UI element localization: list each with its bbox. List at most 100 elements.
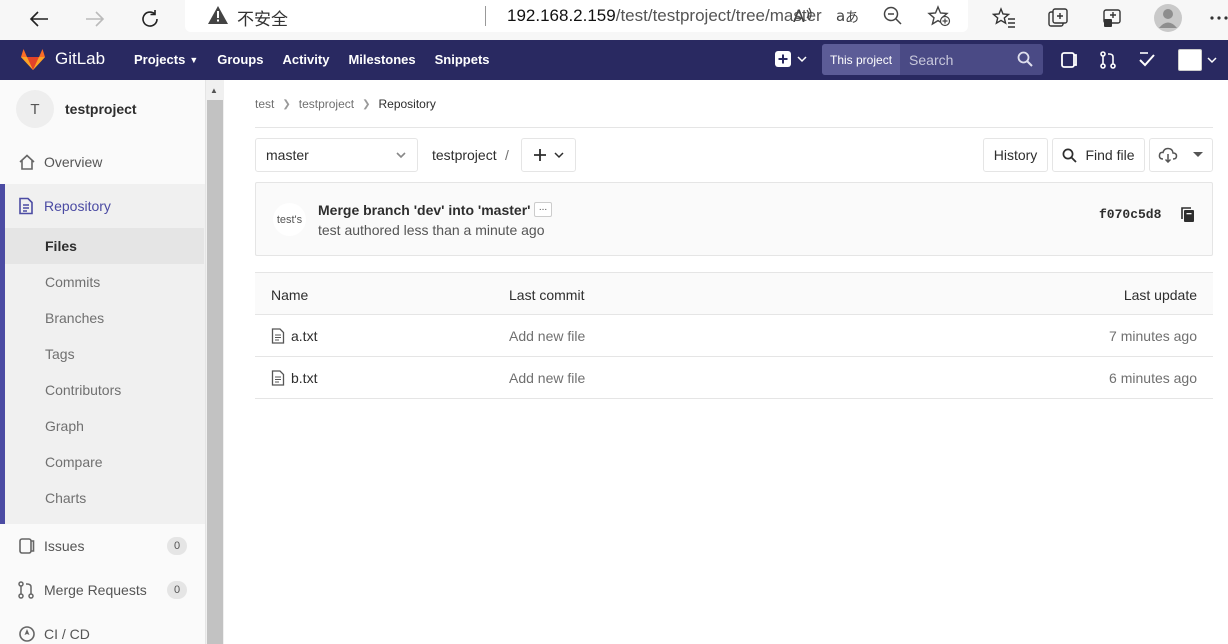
plus-icon	[533, 149, 546, 161]
file-name-cell[interactable]: a.txt	[271, 328, 317, 344]
gitlab-brand-text: GitLab	[55, 49, 106, 68]
nav-activity[interactable]: Activity	[282, 52, 329, 67]
copy-clipboard-icon[interactable]	[1180, 206, 1196, 223]
nav-groups[interactable]: Groups	[217, 52, 263, 67]
issues-icon[interactable]	[1060, 51, 1078, 69]
forward-arrow-icon	[86, 11, 105, 27]
issues-icon	[19, 538, 35, 554]
sidebar-subitem-charts[interactable]: Charts	[45, 490, 86, 506]
address-bar[interactable]: 不安全 192.168.2.159/test/testproject/tree/…	[185, 0, 968, 32]
user-menu[interactable]	[1178, 49, 1218, 71]
svg-text:A: A	[793, 7, 805, 26]
chevron-down-icon	[1207, 57, 1217, 64]
sidebar-item-label: Issues	[44, 538, 85, 554]
sidebar-subitem-branches[interactable]: Branches	[45, 310, 104, 326]
search-scope-badge[interactable]: This project	[822, 44, 901, 75]
forward-button[interactable]	[80, 4, 110, 34]
plus-square-icon	[775, 51, 791, 67]
back-button[interactable]	[24, 4, 54, 34]
sidebar-subitem-graph[interactable]: Graph	[45, 418, 84, 434]
add-favorite-icon[interactable]	[925, 2, 953, 30]
sidebar-item-label: Repository	[44, 198, 111, 214]
breadcrumb-group[interactable]: test	[255, 97, 274, 111]
sidebar-project-header[interactable]: T testproject	[16, 90, 137, 128]
sidebar-subitem-commits[interactable]: Commits	[45, 274, 100, 290]
translate-icon[interactable]: aあ	[834, 2, 862, 30]
breadcrumb-current[interactable]: Repository	[378, 97, 435, 111]
search-icon	[1063, 148, 1078, 163]
back-arrow-icon	[29, 11, 48, 27]
sidebar-scrollbar-thumb[interactable]	[207, 100, 223, 644]
nav-projects[interactable]: Projects ▼	[134, 52, 198, 67]
repo-path-root[interactable]: testproject	[432, 147, 497, 163]
new-dropdown-button[interactable]	[775, 51, 808, 67]
svg-text:あ: あ	[845, 10, 859, 26]
commit-expand-button[interactable]: ...	[534, 202, 552, 217]
read-aloud-icon[interactable]: A	[789, 2, 817, 30]
history-button[interactable]: History	[983, 138, 1048, 172]
extensions-icon[interactable]	[1097, 3, 1127, 33]
column-header-last-commit: Last commit	[509, 287, 585, 303]
url-text[interactable]: 192.168.2.159/test/testproject/tree/mast…	[507, 6, 822, 26]
more-options-icon[interactable]	[1204, 3, 1228, 33]
files-active-bg	[5, 228, 204, 264]
find-file-button[interactable]: Find file	[1052, 138, 1145, 172]
sidebar-item-cicd[interactable]: CI / CD	[0, 624, 205, 644]
branch-dropdown[interactable]: master	[255, 138, 418, 172]
download-dropdown-button[interactable]	[1149, 138, 1213, 172]
search-input[interactable]	[909, 51, 1015, 68]
chevron-down-icon	[553, 152, 564, 159]
add-to-tree-button[interactable]	[521, 138, 576, 172]
zoom-out-icon[interactable]	[879, 2, 907, 30]
commit-title-link[interactable]: Merge branch 'dev' into 'master'	[318, 202, 530, 218]
nav-projects-label: Projects	[134, 52, 186, 67]
sidebar-item-merge-requests[interactable]: Merge Requests 0	[0, 580, 205, 600]
refresh-icon	[142, 10, 158, 27]
file-icon	[271, 328, 285, 344]
sidebar-subitem-contributors[interactable]: Contributors	[45, 382, 121, 398]
chevron-down-icon	[797, 56, 807, 63]
file-last-update: 7 minutes ago	[1109, 328, 1197, 344]
table-row[interactable]: a.txt Add new file 7 minutes ago	[255, 315, 1213, 357]
sidebar-item-overview[interactable]: Overview	[0, 152, 205, 172]
last-commit-panel: test's Merge branch 'dev' into 'master' …	[255, 182, 1213, 256]
breadcrumb: test ❯ testproject ❯ Repository	[255, 97, 436, 111]
project-name: testproject	[65, 101, 137, 117]
scroll-up-arrow-icon[interactable]: ▲	[210, 86, 218, 95]
sidebar-subitem-tags[interactable]: Tags	[45, 346, 75, 362]
sidebar-item-repository[interactable]: Repository	[0, 196, 205, 216]
commit-sha[interactable]: f070c5d8	[1099, 207, 1161, 222]
file-last-commit-link[interactable]: Add new file	[509, 328, 585, 344]
search-icon	[1017, 51, 1033, 67]
table-header: Name Last commit Last update	[255, 272, 1213, 315]
nav-milestones[interactable]: Milestones	[348, 52, 415, 67]
sidebar-item-label: CI / CD	[44, 626, 90, 642]
chevron-right-icon: ❯	[282, 98, 291, 110]
sidebar-item-issues[interactable]: Issues 0	[0, 536, 205, 556]
file-name-link[interactable]: a.txt	[291, 328, 317, 344]
column-header-last-update: Last update	[1123, 287, 1197, 303]
merge-request-icon[interactable]	[1100, 51, 1116, 69]
commit-meta: test authored less than a minute ago	[318, 222, 545, 238]
refresh-button[interactable]	[135, 4, 165, 34]
address-divider	[485, 6, 486, 26]
project-avatar: T	[16, 90, 54, 128]
file-name-link[interactable]: b.txt	[291, 370, 317, 386]
file-name-cell[interactable]: b.txt	[271, 370, 317, 386]
sidebar-item-label: Merge Requests	[44, 582, 147, 598]
sidebar-subitem-compare[interactable]: Compare	[45, 454, 103, 470]
chevron-down-icon: ▼	[189, 54, 199, 65]
commit-author-avatar[interactable]: test's	[273, 203, 306, 236]
profile-icon[interactable]	[1153, 3, 1183, 33]
nav-snippets[interactable]: Snippets	[435, 52, 490, 67]
gitlab-home-link[interactable]: GitLab	[20, 47, 105, 71]
favorites-icon[interactable]	[989, 3, 1019, 33]
search-box: This project	[822, 44, 1043, 75]
sidebar-subitem-files[interactable]: Files	[45, 238, 77, 254]
file-last-update: 6 minutes ago	[1109, 370, 1197, 386]
table-row[interactable]: b.txt Add new file 6 minutes ago	[255, 357, 1213, 399]
file-last-commit-link[interactable]: Add new file	[509, 370, 585, 386]
breadcrumb-project[interactable]: testproject	[299, 97, 354, 111]
collections-icon[interactable]	[1043, 3, 1073, 33]
todos-icon[interactable]	[1138, 51, 1156, 69]
